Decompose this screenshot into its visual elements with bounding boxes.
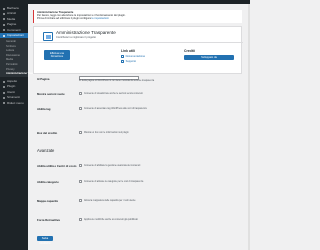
menu-label: Bacheca <box>7 5 19 10</box>
setting-label-credit-box: Box del credito <box>37 131 58 135</box>
posts-icon <box>3 13 5 16</box>
support-icon <box>121 60 124 63</box>
settings-form: Id Pagina ID della pagina di WordPress i… <box>33 72 242 250</box>
menu-label: Pagine <box>7 22 17 27</box>
setting-desc: Applica le modifiche anche ai contenuti … <box>84 218 138 221</box>
panel-title: Amministrazione Trasparente <box>56 30 116 35</box>
setting-field-tags: Consente di associare tag WordPress alle… <box>79 107 239 110</box>
setting-label-tags: Abilita tag <box>37 107 51 111</box>
setting-field-credit-box: Mostra un box con le informazioni sul pl… <box>79 131 239 134</box>
menu-label: Aspetto <box>7 79 18 84</box>
tools-icon <box>3 96 5 99</box>
setting-field-retroactive: Applica le modifiche anche ai contenuti … <box>79 218 239 221</box>
menu-label: Scrittura <box>6 44 16 48</box>
menu-label: Generali <box>6 39 16 43</box>
documentation-link-label: Documentazione <box>125 55 146 58</box>
useful-links-title: Link utili <box>121 49 135 53</box>
credits-title: Crediti <box>184 49 195 53</box>
menu-label: Permalink <box>6 62 18 66</box>
setting-field-categories: Consente di attivare le categorie per le… <box>79 180 239 183</box>
setting-field-cost-centers: Consente di abilitare la gestione avanza… <box>79 164 239 167</box>
admin-sidebar: Bacheca Articoli Media Pagine Commenti Impost… <box>0 4 42 250</box>
save-changes-button[interactable]: Salva Modifiche <box>37 236 53 245</box>
setting-label-categories: Abilita categorie <box>37 180 59 184</box>
categories-checkbox[interactable] <box>79 180 82 183</box>
donate-button[interactable]: Effettua una Donazione <box>44 50 70 60</box>
setting-label-retroactive: Forza Retroattiva <box>37 218 60 222</box>
comments-icon <box>3 29 5 32</box>
menu-label: Strumenti <box>7 95 20 100</box>
setting-desc: ID della pagina di WordPress in cui vien… <box>79 80 155 83</box>
support-link[interactable]: Supporto <box>121 60 136 63</box>
setting-field-page-id: ID della pagina di WordPress in cui vien… <box>79 76 239 83</box>
plugins-icon <box>3 86 5 89</box>
pages-icon <box>3 23 5 26</box>
menu-label: Media <box>7 16 16 21</box>
setting-label-empty-sections: Mostra sezioni vuote <box>37 92 65 96</box>
support-link-label: Supporto <box>125 60 137 63</box>
settings-icon <box>3 34 5 37</box>
settings-submenu: Generali Scrittura Lettura Discussione Media… <box>0 38 42 78</box>
menu-label: Impostazioni <box>7 32 24 37</box>
tags-checkbox[interactable] <box>79 107 82 110</box>
admin-notice: Amministrazione Trasparente Per favore, … <box>33 10 242 23</box>
notice-line-2: Prima di iniziare ad utilizzare il plugi… <box>37 17 91 21</box>
credit-box-checkbox[interactable] <box>79 131 82 134</box>
users-icon <box>3 91 5 94</box>
developer-credit-button[interactable]: Sviluppato da <box>184 55 234 60</box>
menu-label: Privacy <box>6 67 15 71</box>
documentation-link[interactable]: Documentazione <box>121 55 145 58</box>
setting-label-capabilities: Mappa capacità <box>37 199 58 203</box>
media-icon <box>3 18 5 21</box>
cost-centers-checkbox[interactable] <box>79 164 82 167</box>
plugin-welcome-panel: Amministrazione Trasparente Contribuisci… <box>33 26 243 74</box>
advanced-section-title: Avanzate <box>37 148 55 153</box>
setting-desc: Mostra un box con le informazioni sul pl… <box>84 131 129 134</box>
setting-field-capabilities: Attiva la mappatura delle capacità per i… <box>79 199 239 202</box>
setting-field-empty-sections: Consente di visualizzare anche le sezion… <box>79 92 239 95</box>
main-content: Amministrazione Trasparente Per favore, … <box>33 4 245 250</box>
capabilities-checkbox[interactable] <box>79 199 82 202</box>
menu-label: Utenti <box>7 89 15 94</box>
sidebar-item[interactable]: Impostazioni <box>0 32 28 39</box>
retroactive-checkbox[interactable] <box>79 218 82 221</box>
notice-settings-link[interactable]: le impostazioni <box>92 17 109 20</box>
setting-desc: Attiva la mappatura delle capacità per i… <box>84 199 136 202</box>
setting-desc: Consente di visualizzare anche le sezion… <box>84 92 143 95</box>
menu-label: Media <box>6 58 14 62</box>
setting-desc: Consente di associare tag WordPress alle… <box>84 107 147 110</box>
panel-subtitle: Contribuisci a migliorare il progetto <box>56 36 96 39</box>
sidebar-subitem[interactable]: Amministrazione Trasparente <box>0 72 42 77</box>
page-scrollbar[interactable] <box>248 4 250 250</box>
menu-label: Articoli <box>7 11 17 16</box>
menu-label: Riduci menu <box>7 100 24 105</box>
setting-desc: Consente di attivare le categorie per le… <box>84 180 144 183</box>
setting-label-page-id: Id Pagina <box>37 77 50 81</box>
setting-desc: Consente di abilitare la gestione avanza… <box>84 164 141 167</box>
appearance-icon <box>3 80 5 83</box>
menu-label: Commenti <box>7 27 21 32</box>
menu-label: Lettura <box>6 49 15 53</box>
dashboard-icon <box>3 7 5 10</box>
plugin-logo-icon <box>43 32 53 41</box>
collapse-icon <box>3 102 5 105</box>
empty-sections-checkbox[interactable] <box>79 92 82 95</box>
setting-label-cost-centers: Abilita utilità e Centri di costo <box>37 164 77 168</box>
book-icon <box>121 55 124 58</box>
menu-label: Discussione <box>6 53 20 57</box>
sidebar-item[interactable]: Riduci menu <box>0 101 28 106</box>
panel-divider <box>34 42 243 43</box>
menu-label: Plugin <box>7 84 16 89</box>
